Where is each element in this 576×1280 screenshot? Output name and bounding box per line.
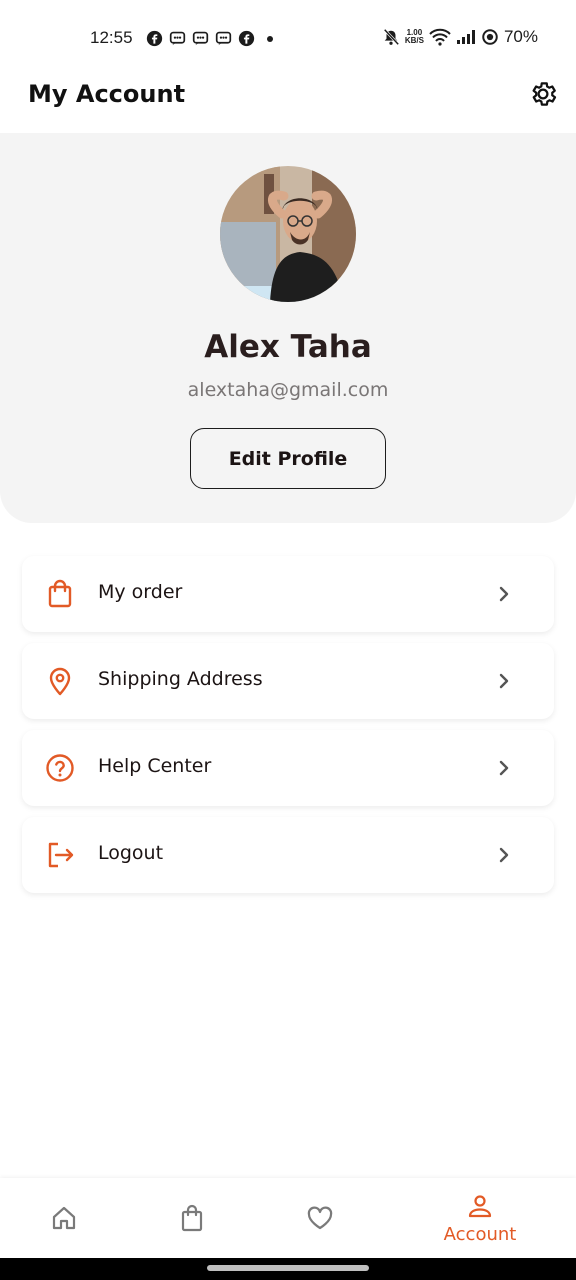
network-speed-unit: KB/S	[404, 36, 424, 45]
profile-name: Alex Taha	[204, 329, 372, 365]
notification-icons	[146, 30, 273, 47]
settings-button[interactable]	[528, 79, 558, 109]
gesture-handle[interactable]	[207, 1265, 369, 1271]
menu-item-label: Help Center	[98, 755, 212, 777]
page-title: My Account	[28, 80, 186, 108]
network-speed: 1.00 KB/S	[405, 29, 424, 45]
profile-card: Alex Taha alextaha@gmail.com Edit Profil…	[0, 133, 576, 523]
bag-icon	[181, 1204, 203, 1232]
shopping-bag-icon	[48, 579, 72, 608]
nav-cart[interactable]	[172, 1178, 212, 1258]
profile-email: alextaha@gmail.com	[187, 379, 389, 401]
bottom-nav: Account	[0, 1178, 576, 1258]
facebook-icon	[146, 30, 163, 47]
avatar	[220, 166, 356, 302]
app-bar: My Account	[0, 72, 576, 132]
status-bar: 12:55 1.00 KB/S 70%	[0, 0, 576, 72]
account-icon	[468, 1194, 492, 1217]
nav-wishlist[interactable]	[300, 1178, 340, 1258]
menu-item-label: My order	[98, 581, 183, 603]
menu-item-shipping-address[interactable]: Shipping Address	[22, 643, 554, 719]
edit-profile-button[interactable]: Edit Profile	[190, 428, 386, 489]
battery-percent: 70%	[503, 27, 538, 46]
menu-item-my-order[interactable]: My order	[22, 556, 554, 632]
menu-item-help-center[interactable]: Help Center	[22, 730, 554, 806]
avatar-photo	[220, 166, 356, 302]
status-time: 12:55	[90, 28, 133, 47]
wifi-icon	[429, 28, 451, 46]
messenger-icon	[192, 31, 209, 46]
menu-item-label: Shipping Address	[98, 668, 263, 690]
facebook-icon	[238, 30, 255, 47]
chevron-right-icon	[499, 586, 509, 602]
heart-icon	[307, 1206, 333, 1230]
chevron-right-icon	[499, 847, 509, 863]
help-circle-icon	[46, 754, 74, 782]
system-status: 1.00 KB/S 70%	[382, 27, 538, 47]
home-icon	[52, 1206, 76, 1230]
chevron-right-icon	[499, 673, 509, 689]
chevron-right-icon	[499, 760, 509, 776]
location-pin-icon	[49, 667, 71, 696]
more-notifications-dot	[267, 35, 273, 42]
nav-account[interactable]: Account	[430, 1178, 530, 1258]
nav-account-label: Account	[443, 1223, 517, 1245]
messenger-icon	[169, 31, 186, 46]
menu-item-logout[interactable]: Logout	[22, 817, 554, 893]
logout-icon	[48, 842, 74, 868]
mute-bell-icon	[383, 28, 400, 46]
gear-icon	[532, 82, 557, 106]
messenger-icon	[215, 31, 232, 46]
battery-saver-icon	[482, 29, 498, 45]
nav-home[interactable]	[44, 1178, 84, 1258]
menu-item-label: Logout	[98, 842, 164, 864]
signal-icon	[456, 30, 475, 44]
